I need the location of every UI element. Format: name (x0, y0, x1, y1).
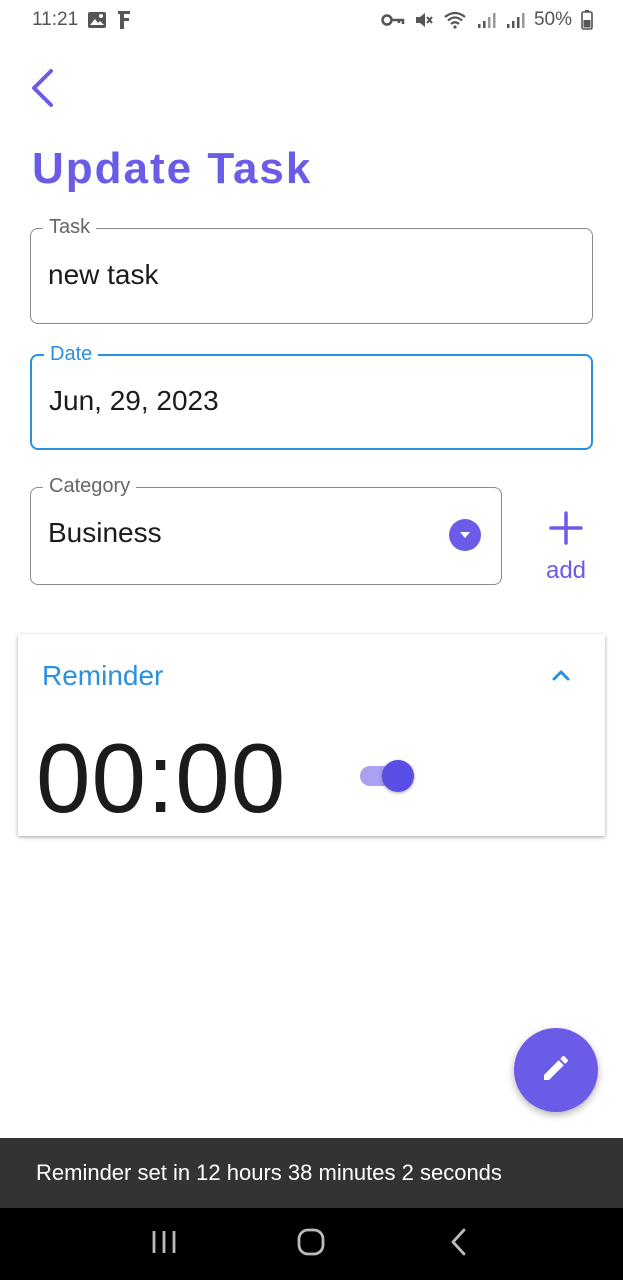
chevron-up-icon (551, 668, 571, 687)
back-button[interactable] (22, 66, 62, 114)
status-time: 11:21 (32, 9, 79, 30)
category-dropdown[interactable]: Category Business (30, 473, 502, 585)
back-nav-button[interactable] (429, 1214, 489, 1274)
task-field-value: new task (48, 259, 159, 290)
reminder-toggle[interactable] (358, 760, 416, 792)
chevron-left-icon (29, 68, 55, 113)
home-icon (296, 1227, 326, 1262)
battery-percent: 50% (533, 9, 572, 30)
recent-apps-button[interactable] (134, 1214, 194, 1274)
snackbar-message: Reminder set in 12 hours 38 minutes 2 se… (36, 1160, 502, 1185)
task-field-label: Task (43, 214, 97, 240)
image-icon (87, 11, 107, 29)
reminder-card: Reminder 00:00 (18, 634, 605, 836)
signal-icon (476, 11, 496, 29)
date-field[interactable]: Date Jun, 29, 2023 (30, 341, 593, 450)
toggle-thumb (382, 760, 414, 792)
date-field-label: Date (44, 341, 99, 367)
collapse-reminder-button[interactable] (543, 662, 579, 692)
mute-icon (414, 10, 434, 30)
key-icon (381, 13, 405, 27)
wifi-icon (443, 11, 467, 29)
battery-icon (581, 10, 593, 30)
pencil-icon (540, 1052, 572, 1089)
category-field-value: Business (48, 517, 162, 548)
page-title: Update Task (32, 144, 313, 193)
home-button[interactable] (281, 1214, 341, 1274)
status-left: 11:21 (32, 9, 132, 31)
date-field-value: Jun, 29, 2023 (49, 385, 219, 416)
task-field[interactable]: Task new task (30, 214, 593, 324)
plus-icon (548, 510, 584, 551)
category-field-label: Category (43, 473, 137, 499)
reminder-title: Reminder (42, 660, 164, 691)
status-right: 50% (381, 9, 593, 31)
dropdown-arrow-icon[interactable] (449, 519, 481, 551)
snackbar: Reminder set in 12 hours 38 minutes 2 se… (0, 1138, 623, 1208)
status-bar: 11:21 50% (0, 0, 623, 40)
recent-apps-icon (150, 1229, 178, 1260)
system-nav-bar (0, 1208, 623, 1280)
add-label: add (545, 557, 587, 584)
back-icon (449, 1227, 469, 1262)
add-category-button[interactable]: add (530, 510, 602, 594)
signal-icon (505, 11, 525, 29)
reminder-time[interactable]: 00:00 (36, 722, 286, 835)
update-task-fab[interactable] (514, 1028, 598, 1112)
p-app-icon (116, 10, 132, 30)
